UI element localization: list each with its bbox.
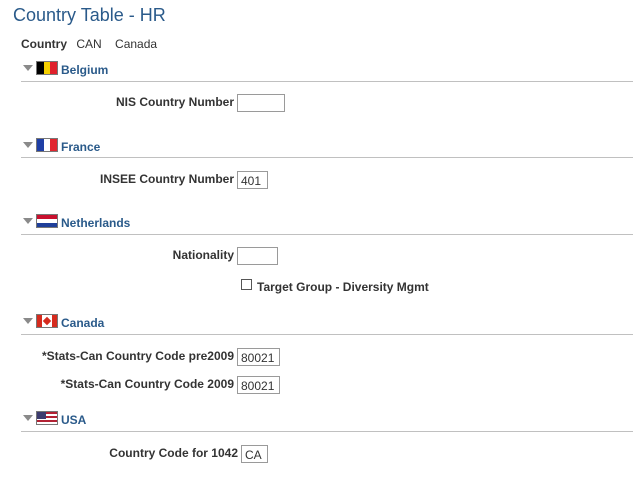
section-divider [21,334,633,335]
collapse-triangle-icon[interactable] [23,415,33,421]
nationality-input[interactable] [237,247,278,265]
collapse-triangle-icon[interactable] [23,318,33,324]
insee-country-number-input[interactable]: 401 [237,171,268,189]
stats-can-pre2009-label: *Stats-Can Country Code pre2009 [41,349,234,363]
stats-can-pre2009-input[interactable]: 80021 [237,348,280,366]
nis-country-number-label: NIS Country Number [115,95,234,109]
country-label: Country [21,37,67,51]
country-name: Canada [115,37,158,51]
section-label-usa[interactable]: USA [61,413,86,427]
section-divider [21,431,633,432]
section-label-netherlands[interactable]: Netherlands [61,216,130,230]
netherlands-flag-icon [36,214,58,228]
france-flag-icon [36,138,58,152]
section-label-canada[interactable]: Canada [61,316,104,330]
page-title: Country Table - HR [13,5,166,25]
nationality-label: Nationality [172,248,234,262]
section-header-canada[interactable]: Canada [21,314,633,332]
section-divider [21,157,633,158]
section-header-belgium[interactable]: Belgium [21,61,633,79]
target-group-label[interactable]: Target Group - Diversity Mgmt [257,280,429,294]
stats-can-2009-label: *Stats-Can Country Code 2009 [60,377,234,391]
collapse-triangle-icon[interactable] [23,65,33,71]
country-code: CAN [76,37,102,51]
section-divider [21,234,633,235]
target-group-checkbox[interactable] [241,279,252,290]
section-header-netherlands[interactable]: Netherlands [21,214,633,232]
section-divider [21,81,633,82]
nis-country-number-input[interactable] [237,94,285,112]
usa-flag-icon [36,411,58,425]
section-label-belgium[interactable]: Belgium [61,63,108,77]
section-label-france[interactable]: France [61,140,100,154]
country-summary: Country CAN Canada [21,37,157,51]
country-code-1042-input[interactable]: CA [241,445,268,463]
insee-country-number-label: INSEE Country Number [99,172,234,186]
belgium-flag-icon [36,61,58,75]
collapse-triangle-icon[interactable] [23,218,33,224]
section-header-usa[interactable]: USA [21,411,633,429]
section-header-france[interactable]: France [21,138,633,156]
collapse-triangle-icon[interactable] [23,142,33,148]
country-code-1042-label: Country Code for 1042 [109,446,238,460]
stats-can-2009-input[interactable]: 80021 [237,376,280,394]
canada-flag-icon [36,314,58,328]
